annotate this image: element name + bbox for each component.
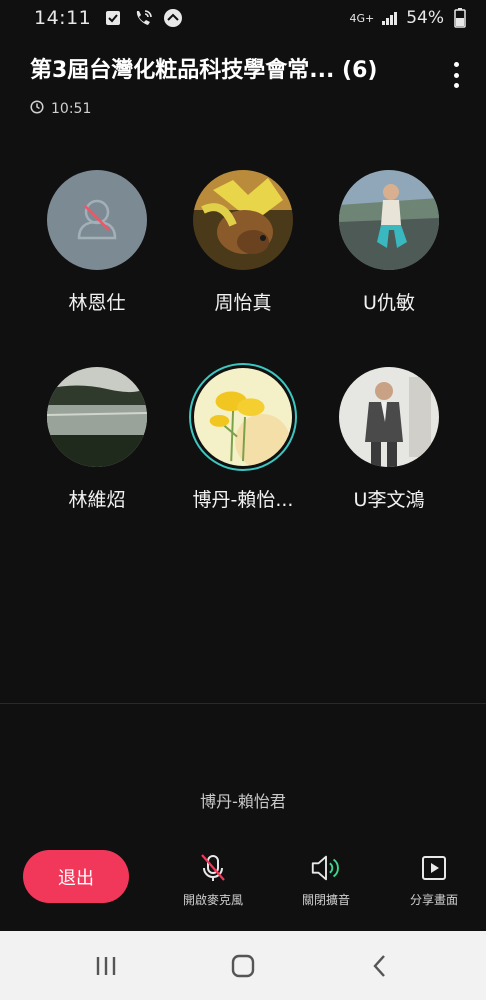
signal-icon [380, 8, 400, 28]
back-button[interactable] [360, 951, 400, 981]
duration-text: 10:51 [51, 101, 92, 117]
participant-tile[interactable]: 周怡真 [173, 170, 313, 315]
muted-default-avatar-icon [77, 199, 117, 240]
back-chevron-icon [373, 955, 385, 977]
mic-muted-icon [196, 851, 230, 885]
man-photo-icon [339, 367, 439, 467]
mic-label: 開啟麥克風 [182, 893, 243, 907]
current-speaker-name: 博丹-賴怡君 [200, 792, 286, 811]
avatar [193, 170, 293, 270]
avatar [339, 170, 439, 270]
call-header: 第3屆台灣化粧品科技學會常... (6) 10:51 [30, 52, 466, 118]
avatar [47, 367, 147, 467]
participant-tile[interactable]: 林恩仕 [27, 170, 167, 315]
status-time: 14:11 [34, 7, 92, 29]
battery-icon [450, 8, 470, 28]
participant-tile[interactable]: 博丹-賴怡... [173, 363, 313, 512]
participant-tile[interactable]: U仇敏 [319, 170, 459, 315]
group-title: 第3屆台灣化粧品科技學會常... (6) [30, 58, 378, 83]
network-type: 4G+ [349, 11, 375, 25]
mic-toggle-button[interactable]: 開啟麥克風 [168, 851, 258, 908]
share-label: 分享畫面 [409, 893, 458, 907]
system-navigation-bar [0, 931, 486, 1000]
participant-tile[interactable]: U李文鴻 [319, 367, 459, 512]
share-screen-button[interactable]: 分享畫面 [389, 851, 479, 908]
participant-name: 博丹-賴怡... [192, 489, 294, 511]
call-duration: 10:51 [30, 100, 466, 118]
more-dot-icon [453, 72, 459, 78]
participant-name: U仇敏 [363, 292, 415, 314]
speaker-on-icon [309, 851, 343, 885]
participant-name: 林維炤 [68, 489, 126, 511]
avatar [339, 367, 439, 467]
recent-apps-icon [96, 957, 116, 975]
more-dot-icon [453, 83, 459, 88]
flower-illustration-icon [194, 368, 292, 466]
avatar [194, 368, 292, 466]
dog-photo-icon [193, 170, 293, 270]
divider [0, 703, 486, 704]
battery-percent: 54% [406, 8, 444, 28]
participant-name: U李文鴻 [353, 489, 425, 511]
voice-activity-wave-icon [195, 726, 290, 776]
participant-name: 周怡真 [214, 292, 272, 314]
checkbox-notification-icon [103, 8, 123, 28]
avatar [47, 170, 147, 270]
more-dot-icon [453, 62, 459, 67]
app-notification-icon [163, 8, 183, 28]
speaking-indicator-ring [189, 363, 297, 471]
recent-apps-button[interactable] [86, 951, 126, 981]
share-screen-icon [417, 851, 451, 885]
home-button[interactable] [223, 951, 263, 981]
clock-icon [30, 100, 44, 118]
person-photo-icon [339, 170, 439, 270]
status-bar: 14:11 4G+ 54% [0, 0, 486, 36]
participant-name: 林恩仕 [68, 292, 126, 314]
speaker-toggle-button[interactable]: 關閉擴音 [281, 851, 371, 908]
speaker-label: 關閉擴音 [301, 893, 350, 907]
lake-photo-icon [47, 367, 147, 467]
participant-tile[interactable]: 林維炤 [27, 367, 167, 512]
more-options-button[interactable] [446, 60, 466, 90]
home-icon [231, 954, 255, 978]
exit-button[interactable]: 退出 [23, 850, 129, 903]
call-wifi-icon [133, 8, 153, 28]
